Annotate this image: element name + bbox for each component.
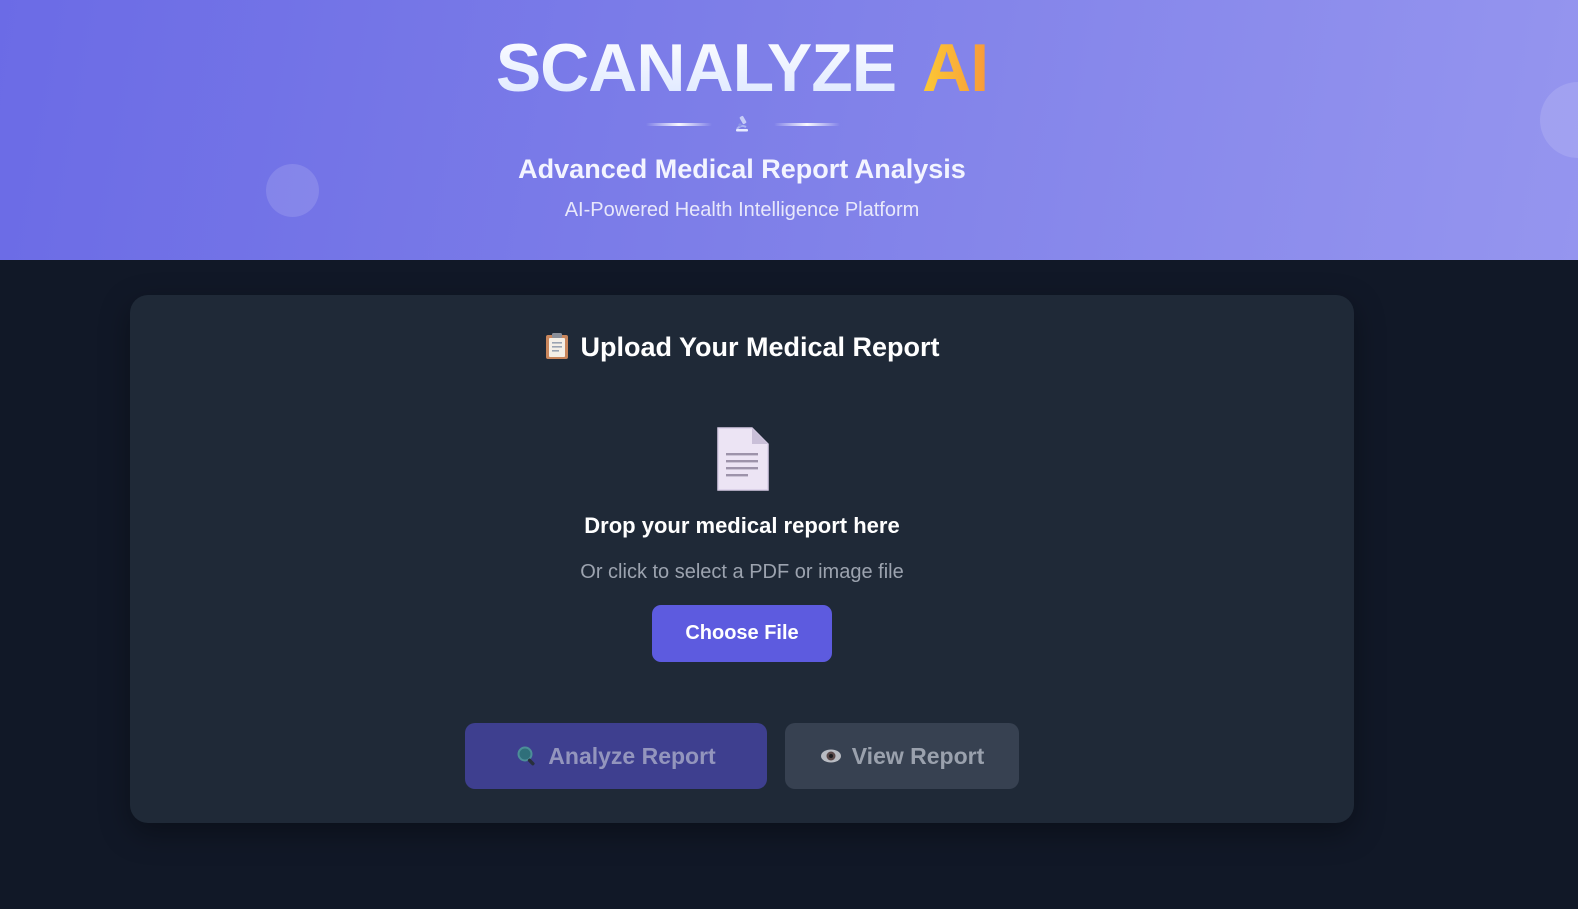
upload-card-title-text: Upload Your Medical Report — [580, 332, 940, 362]
decorative-bubble — [1540, 82, 1578, 158]
upload-card: Upload Your Medical Report Drop your med… — [130, 295, 1354, 823]
page-subtitle: Advanced Medical Report Analysis — [518, 154, 966, 184]
upload-card-title: Upload Your Medical Report — [130, 329, 1354, 365]
view-report-button[interactable]: View Report — [785, 723, 1019, 789]
eye-icon — [820, 749, 841, 763]
analyze-report-button[interactable]: Analyze Report — [465, 723, 767, 789]
choose-file-button[interactable]: Choose File — [652, 605, 832, 662]
view-report-label: View Report — [851, 742, 985, 769]
divider-line — [646, 123, 712, 126]
clipboard-icon — [546, 333, 569, 359]
header-divider — [646, 114, 840, 134]
drop-zone-title: Drop your medical report here — [584, 513, 900, 538]
document-icon — [717, 427, 769, 491]
divider-line — [774, 123, 840, 126]
microscope-icon — [736, 115, 748, 132]
analyze-report-label: Analyze Report — [548, 742, 716, 769]
magnifier-icon — [517, 746, 535, 766]
brand-name: SCANALYZE — [495, 30, 897, 106]
brand-logo: SCANALYZE AI — [0, 28, 1484, 108]
page-tagline: AI-Powered Health Intelligence Platform — [564, 199, 920, 221]
drop-zone-hint: Or click to select a PDF or image file — [580, 561, 904, 583]
brand-accent: AI — [922, 30, 989, 106]
hero-header: SCANALYZE AI Advanced Medical Report Anal… — [0, 0, 1578, 260]
